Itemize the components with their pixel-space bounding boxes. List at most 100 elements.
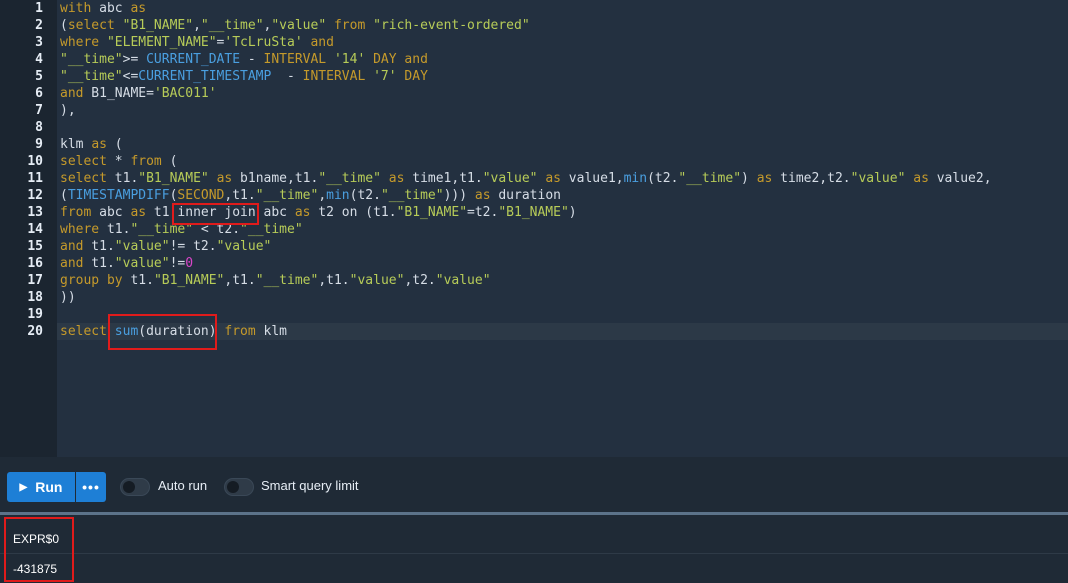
code-token: INTERVAL xyxy=(302,69,366,84)
sql-editor[interactable]: 1 with abc as 2 (select "B1_NAME","__time",… xyxy=(0,0,1068,457)
code-token: t1. xyxy=(83,256,115,271)
code-token: duration xyxy=(490,188,561,203)
code-line[interactable]: 13 from abc as t1 inner join abc as t2 on… xyxy=(0,204,1068,221)
code-line[interactable]: 3 where "ELEMENT_NAME"='TcLruSta' and xyxy=(0,34,1068,51)
smart-query-limit-toggle[interactable] xyxy=(224,478,254,496)
code-token: ,t1. xyxy=(224,188,256,203)
code-token: from xyxy=(224,324,256,339)
code-line[interactable]: 10 select * from ( xyxy=(0,153,1068,170)
code-token: ) xyxy=(741,171,757,186)
line-number: 16 xyxy=(27,256,43,271)
code-token: "__time" xyxy=(318,171,381,186)
code-token: select xyxy=(60,171,107,186)
code-token: "B1_NAME" xyxy=(153,273,225,288)
code-token: "value" xyxy=(271,18,327,33)
line-number: 2 xyxy=(35,18,43,33)
code-line[interactable]: 6 and B1_NAME='BAC011' xyxy=(0,85,1068,102)
code-line[interactable]: 8 xyxy=(0,119,1068,136)
code-token: abc xyxy=(91,205,131,220)
code-token: "__time" xyxy=(255,188,319,203)
code-token: DAY xyxy=(373,52,397,67)
code-line[interactable]: 7), xyxy=(0,102,1068,119)
code-token: where xyxy=(60,35,100,50)
line-number: 17 xyxy=(27,273,43,288)
code-token: where xyxy=(60,222,100,237)
code-token: b1name,t1. xyxy=(232,171,319,186)
run-button[interactable]: ▶ Run xyxy=(7,472,75,502)
code-token: ), xyxy=(60,103,76,118)
code-token: klm xyxy=(255,324,288,339)
code-token: select xyxy=(60,324,107,339)
code-token: value1, xyxy=(560,171,624,186)
code-token: group by xyxy=(60,273,123,288)
line-number: 10 xyxy=(27,154,43,169)
play-icon: ▶ xyxy=(19,481,28,493)
code-token: >= xyxy=(122,52,147,67)
code-token: and xyxy=(60,86,84,101)
code-token: "__time" xyxy=(60,69,123,84)
code-token: SECOND xyxy=(177,188,225,203)
code-token: "B1_NAME" xyxy=(498,205,569,220)
result-highlight-box xyxy=(4,517,74,582)
auto-run-toggle[interactable] xyxy=(120,478,150,496)
code-token: TIMESTAMPDIFF xyxy=(67,188,170,203)
code-token: as xyxy=(216,171,233,186)
code-token: "value" xyxy=(349,273,405,288)
code-text: "__time">= CURRENT_DATE - INTERVAL '14' … xyxy=(60,51,428,68)
code-text: where "ELEMENT_NAME"='TcLruSta' and xyxy=(60,34,334,51)
code-token: "value" xyxy=(114,239,170,254)
code-line[interactable]: 4 "__time">= CURRENT_DATE - INTERVAL '14'… xyxy=(0,51,1068,68)
code-token: CURRENT_TIMESTAMP xyxy=(138,69,272,84)
code-line[interactable]: 5 "__time"<=CURRENT_TIMESTAMP - INTERVAL … xyxy=(0,68,1068,85)
line-number: 4 xyxy=(35,52,43,67)
code-line[interactable]: 16 and t1."value"!=0 xyxy=(0,255,1068,272)
line-number: 8 xyxy=(35,120,43,135)
line-number: 3 xyxy=(35,35,43,50)
code-token: DAY xyxy=(404,69,428,84)
code-line[interactable]: 2 (select "B1_NAME","__time","value" from… xyxy=(0,17,1068,34)
more-options-button[interactable]: ••• xyxy=(76,472,106,502)
code-text: and B1_NAME='BAC011' xyxy=(60,85,217,102)
code-text: klm as ( xyxy=(60,136,123,153)
code-token: as xyxy=(388,171,405,186)
code-text: with abc as xyxy=(60,0,146,17)
code-token: "B1_NAME" xyxy=(122,18,194,33)
code-token: with xyxy=(60,1,92,16)
code-token: as xyxy=(91,137,107,152)
code-token: t2 on (t1. xyxy=(310,205,397,220)
code-line[interactable]: 11 select t1."B1_NAME" as b1name,t1."__ti… xyxy=(0,170,1068,187)
code-token: ( xyxy=(161,154,178,169)
line-number: 1 xyxy=(35,1,43,16)
code-text: and t1."value"!= t2."value" xyxy=(60,238,271,255)
code-token: 'BAC011' xyxy=(153,86,217,101)
code-token: as xyxy=(130,205,147,220)
code-token: from xyxy=(333,18,366,33)
code-line[interactable]: 12 (TIMESTAMPDIFF(SECOND,t1."__time",min(… xyxy=(0,187,1068,204)
code-token: "__time" xyxy=(380,188,444,203)
code-token: ,t1. xyxy=(318,273,350,288)
code-line[interactable]: 17 group by t1."B1_NAME",t1."__time",t1."… xyxy=(0,272,1068,289)
line-number: 12 xyxy=(27,188,43,203)
code-line[interactable]: 14 where t1."__time" < t2."__time" xyxy=(0,221,1068,238)
code-line[interactable]: 15 and t1."value"!= t2."value" xyxy=(0,238,1068,255)
code-line[interactable]: 18)) xyxy=(0,289,1068,306)
code-text: (select "B1_NAME","__time","value" from … xyxy=(60,17,530,34)
code-token: "__time" xyxy=(255,273,319,288)
auto-run-label: Auto run xyxy=(158,478,208,493)
code-text: from abc as t1 inner join abc as t2 on (… xyxy=(60,204,577,221)
code-token: "__time" xyxy=(678,171,742,186)
code-text: select t1."B1_NAME" as b1name,t1."__time… xyxy=(60,170,992,187)
code-token: ( xyxy=(106,137,123,152)
code-text: (TIMESTAMPDIFF(SECOND,t1."__time",min(t2… xyxy=(60,187,561,204)
code-line[interactable]: 1 with abc as xyxy=(0,0,1068,17)
code-token: ))) xyxy=(443,188,475,203)
code-token: 'TcLruSta' xyxy=(224,35,303,50)
code-line[interactable]: 9 klm as ( xyxy=(0,136,1068,153)
code-token: B1_NAME= xyxy=(83,86,154,101)
code-token: ,t2. xyxy=(404,273,436,288)
